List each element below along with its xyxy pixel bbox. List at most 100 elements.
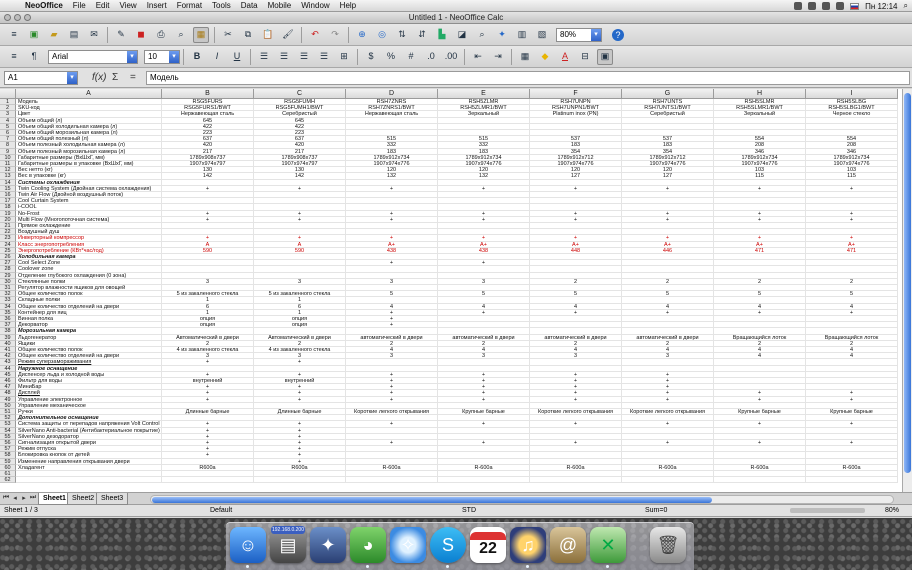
skype-icon[interactable]: S [430,527,466,563]
column-header-a[interactable]: A [16,89,162,99]
standard-format-icon[interactable]: # [403,49,419,65]
zoom-select[interactable]: 80% ▾ [556,27,602,42]
show-sidebar-icon[interactable]: ▣ [597,48,613,65]
column-header-f[interactable]: F [530,89,622,99]
menu-neooffice[interactable]: NeoOffice [20,1,68,10]
column-header-d[interactable]: D [346,89,438,99]
spreadsheet-grid[interactable]: A B C D E F G H I 1 Модель RSG5FURS RSG5FUMH RSH7ZNRS… [0,89,912,492]
font-name-select[interactable]: Arial ▾ [48,49,138,64]
align-center-icon[interactable]: ☰ [276,49,292,65]
menu-view[interactable]: View [114,1,141,10]
clock[interactable]: Пн 12:14 [865,2,897,11]
currency-format-icon[interactable]: $ [363,49,379,65]
export-pdf-icon[interactable]: ◼ [133,27,149,43]
bluetooth-icon[interactable] [794,2,803,10]
table-cell[interactable] [530,477,622,484]
menu-tools[interactable]: Tools [207,1,236,10]
gallery-icon[interactable]: ▥ [514,27,530,43]
zoom-slider[interactable] [790,508,865,513]
undo-icon[interactable]: ↶ [307,27,323,43]
select-all-corner[interactable] [0,89,16,99]
horizontal-scroll-thumb[interactable] [152,497,712,503]
first-sheet-icon[interactable]: ⏮ [2,494,10,504]
ical-icon[interactable]: 22 [470,527,506,563]
bold-icon[interactable]: B [189,49,205,65]
adium-icon[interactable]: ◕ [350,527,386,563]
help-icon[interactable]: ? [610,27,626,43]
horizontal-scrollbar[interactable] [150,495,894,504]
toolbar-menu-icon[interactable]: ≡ [6,49,22,65]
menu-window[interactable]: Window [296,1,334,10]
column-header-e[interactable]: E [438,89,530,99]
add-decimal-icon[interactable]: .0 [423,49,439,65]
menu-format[interactable]: Format [172,1,207,10]
menu-edit[interactable]: Edit [91,1,115,10]
menu-help[interactable]: Help [335,1,361,10]
table-cell[interactable] [346,477,438,484]
itunes-icon[interactable]: ♫ [510,527,546,563]
background-color-icon[interactable]: ◆ [537,49,553,65]
insert-chart-icon[interactable]: ▙ [434,27,450,43]
vertical-scrollbar[interactable] [902,89,912,492]
safari-icon[interactable]: ✧ [390,527,426,563]
eagle-app-icon[interactable]: ✦ [310,527,346,563]
find-replace-icon[interactable]: ⌕ [474,27,490,43]
network-drive-icon[interactable]: 192.168.0.200 ▤ [270,526,306,563]
data-sources-icon[interactable]: ▧ [534,27,550,43]
menu-file[interactable]: File [68,1,91,10]
wifi-icon[interactable] [822,2,831,10]
table-cell[interactable] [806,477,898,484]
formula-input[interactable]: Модель [146,71,910,85]
menu-mobile[interactable]: Mobile [263,1,297,10]
hyperlink-icon[interactable]: ⊕ [354,27,370,43]
clone-formatting-icon[interactable]: 🖌 [280,27,296,43]
column-header-b[interactable]: B [162,89,254,99]
delete-decimal-icon[interactable]: .00 [443,49,459,65]
row-header[interactable]: 62 [0,477,16,484]
page-preview-icon[interactable]: ▦ [193,26,209,43]
font-color-icon[interactable]: A [557,49,573,65]
toggle-grid-icon[interactable]: ⊟ [577,49,593,65]
sort-ascending-icon[interactable]: ⇅ [394,27,410,43]
new-document-icon[interactable]: ▣ [26,27,42,43]
function-wizard-icon[interactable]: f(x) [92,72,106,83]
paste-icon[interactable]: 📋 [260,27,276,43]
trash-icon[interactable]: 🗑 [650,527,686,563]
toolbar-menu-icon[interactable]: ≡ [6,27,22,43]
align-left-icon[interactable]: ☰ [256,49,272,65]
spotlight-icon[interactable]: ⌕ [904,1,908,11]
justify-icon[interactable]: ☰ [316,49,332,65]
spellcheck-icon[interactable]: ◎ [374,27,390,43]
email-icon[interactable]: ✉ [86,27,102,43]
name-box[interactable]: A1 ▾ [4,70,78,85]
column-header-c[interactable]: C [254,89,346,99]
column-header-i[interactable]: I [806,89,898,99]
sum-icon[interactable]: Σ [112,72,118,83]
percent-format-icon[interactable]: % [383,49,399,65]
vertical-scroll-thumb[interactable] [904,93,911,473]
font-size-select[interactable]: 10 ▾ [144,49,180,64]
menu-data[interactable]: Data [236,1,263,10]
volume-icon[interactable] [836,2,845,10]
last-sheet-icon[interactable]: ⏭ [29,494,37,504]
align-right-icon[interactable]: ☰ [296,49,312,65]
column-header-g[interactable]: G [622,89,714,99]
finder-icon[interactable]: ☺ [230,527,266,563]
column-header-h[interactable]: H [714,89,806,99]
styles-formatting-icon[interactable]: ¶ [26,49,42,65]
status-selection-mode[interactable]: STD [462,507,476,514]
sync-icon[interactable] [808,2,817,10]
table-cell[interactable] [254,477,346,484]
merge-cells-icon[interactable]: ⊞ [336,49,352,65]
decrease-indent-icon[interactable]: ⇤ [470,49,486,65]
print-icon[interactable]: ⎙ [153,27,169,43]
status-zoom[interactable]: 80% [885,507,899,514]
table-cell[interactable] [438,477,530,484]
prev-sheet-icon[interactable]: ◂ [11,494,19,504]
table-cell[interactable] [714,477,806,484]
open-icon[interactable]: ▰ [46,27,62,43]
italic-icon[interactable]: I [209,49,225,65]
sort-descending-icon[interactable]: ⇵ [414,27,430,43]
next-sheet-icon[interactable]: ▸ [20,494,28,504]
redo-icon[interactable]: ↷ [327,27,343,43]
